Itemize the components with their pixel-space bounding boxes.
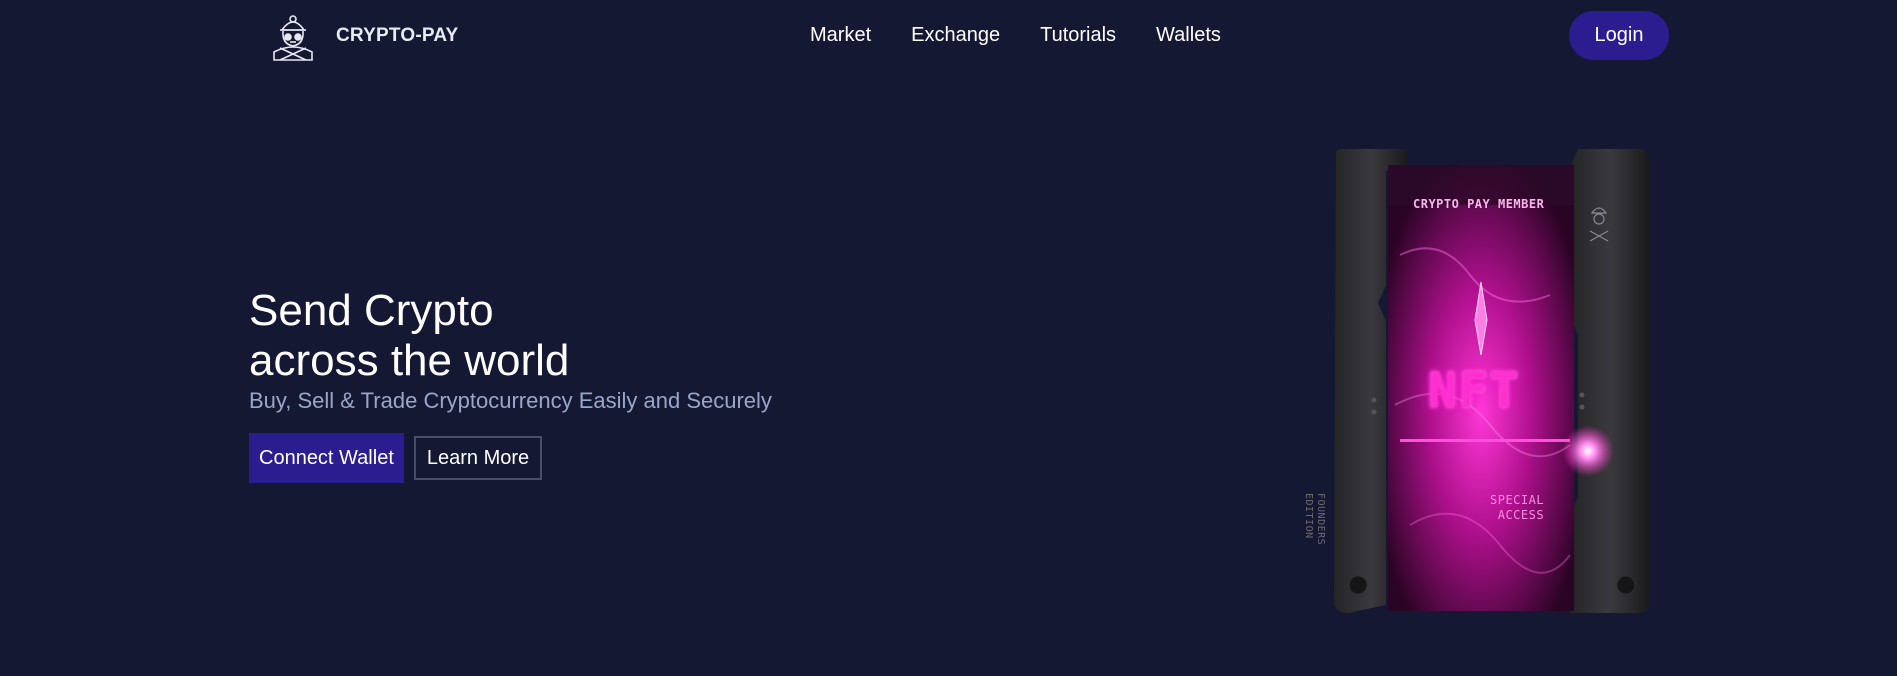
card-edition-line1: FOUNDERS [1315, 493, 1326, 546]
hero-actions: Connect Wallet Learn More [249, 433, 543, 483]
login-button[interactable]: Login [1569, 11, 1669, 60]
nav-tutorials[interactable]: Tutorials [1040, 24, 1116, 47]
card-special-line2: ACCESS [1497, 508, 1545, 522]
hero-title: Send Crypto across the world [249, 286, 569, 386]
astronaut-mascot-icon [273, 15, 313, 61]
landing-page: CRYPTO-PAY Market Exchange Tutorials Wal… [0, 0, 1897, 676]
nft-member-card: CRYPTO PAY MEMBER NFT SPECIAL ACCESS FOU… [1303, 145, 1660, 615]
connect-wallet-button[interactable]: Connect Wallet [249, 433, 404, 483]
brand-logo[interactable]: CRYPTO-PAY [268, 10, 458, 62]
main-nav: Market Exchange Tutorials Wallets [810, 24, 1221, 47]
card-edition-label: FOUNDERS EDITION [1302, 493, 1326, 573]
nav-wallets[interactable]: Wallets [1156, 24, 1221, 47]
card-nft-text: NFT [1428, 363, 1521, 419]
nav-market[interactable]: Market [810, 24, 871, 47]
card-edition-line2: EDITION [1303, 493, 1314, 539]
learn-more-button[interactable]: Learn More [413, 436, 543, 480]
card-special-access: SPECIAL ACCESS [1490, 493, 1544, 523]
hero-title-line1: Send Crypto [249, 286, 494, 335]
nav-exchange[interactable]: Exchange [911, 24, 1000, 47]
brand-name: CRYPTO-PAY [336, 25, 459, 46]
card-member-text: CRYPTO PAY MEMBER [1413, 197, 1545, 211]
card-special-line1: SPECIAL [1490, 493, 1545, 507]
hero-subtitle: Buy, Sell & Trade Cryptocurrency Easily … [249, 388, 772, 413]
hero-title-line2: across the world [249, 336, 570, 385]
